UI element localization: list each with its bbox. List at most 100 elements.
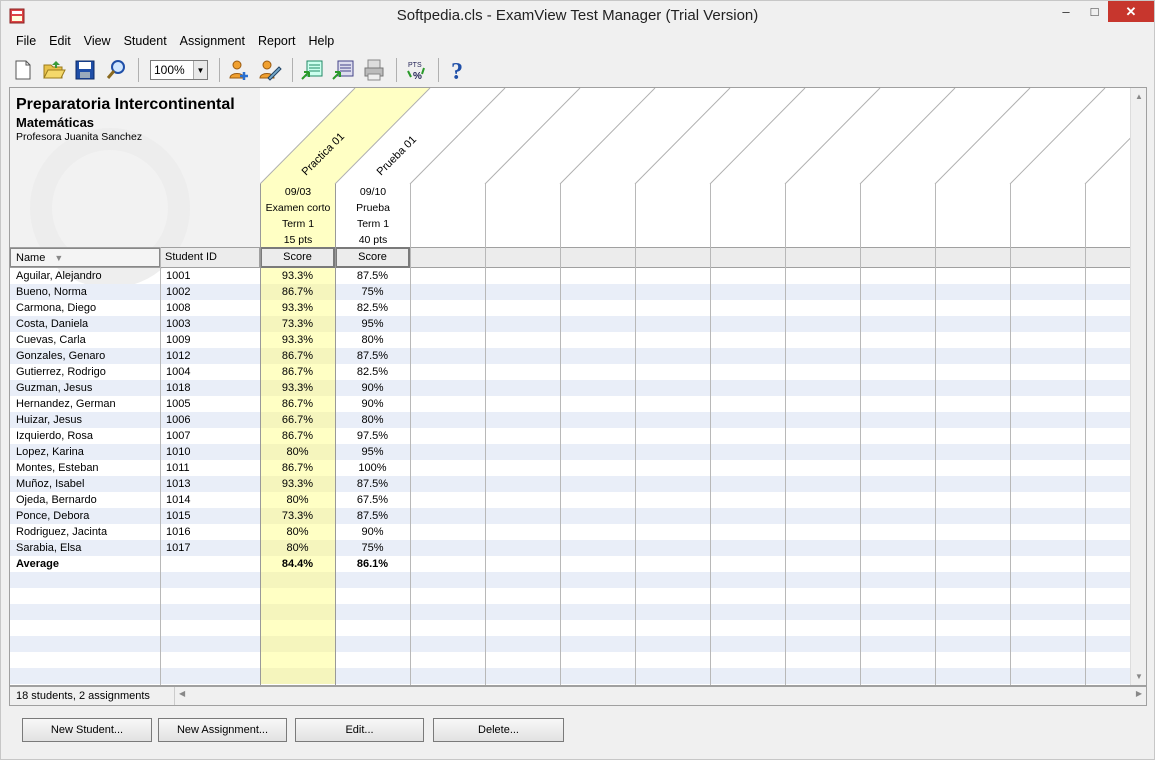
student-id[interactable]: 1017 bbox=[160, 540, 260, 556]
horizontal-scrollbar[interactable]: ◀ ▶ bbox=[174, 687, 1146, 705]
save-icon[interactable] bbox=[71, 56, 99, 84]
student-id[interactable]: 1001 bbox=[160, 268, 260, 284]
student-name[interactable]: Carmona, Diego bbox=[10, 300, 160, 316]
table-row[interactable]: Bueno, Norma 1002 86.7% 75% bbox=[10, 284, 1130, 300]
points-percent-icon[interactable]: PTS% bbox=[402, 56, 430, 84]
student-name[interactable]: Guzman, Jesus bbox=[10, 380, 160, 396]
student-id[interactable]: 1018 bbox=[160, 380, 260, 396]
student-id[interactable]: 1012 bbox=[160, 348, 260, 364]
add-student-icon[interactable] bbox=[225, 56, 253, 84]
student-id[interactable]: 1002 bbox=[160, 284, 260, 300]
score-cell[interactable]: 80% bbox=[260, 492, 335, 508]
table-row[interactable]: Izquierdo, Rosa 1007 86.7% 97.5% bbox=[10, 428, 1130, 444]
new-file-icon[interactable] bbox=[9, 56, 37, 84]
student-name[interactable]: Aguilar, Alejandro bbox=[10, 268, 160, 284]
scroll-up-icon[interactable]: ▲ bbox=[1131, 88, 1146, 105]
score-cell[interactable]: 80% bbox=[335, 332, 410, 348]
score-cell[interactable]: 67.5% bbox=[335, 492, 410, 508]
empty-assignment-slot[interactable] bbox=[1010, 184, 1085, 247]
edit-student-icon[interactable] bbox=[256, 56, 284, 84]
score-cell[interactable]: 95% bbox=[335, 316, 410, 332]
table-row[interactable]: Carmona, Diego 1008 93.3% 82.5% bbox=[10, 300, 1130, 316]
student-name[interactable]: Huizar, Jesus bbox=[10, 412, 160, 428]
student-name[interactable]: Rodriguez, Jacinta bbox=[10, 524, 160, 540]
assignment-name-2[interactable]: Prueba 01 bbox=[375, 134, 419, 178]
student-id[interactable]: 1016 bbox=[160, 524, 260, 540]
table-row[interactable]: Gutierrez, Rodrigo 1004 86.7% 82.5% bbox=[10, 364, 1130, 380]
student-id[interactable]: 1015 bbox=[160, 508, 260, 524]
add-assignment-icon[interactable] bbox=[298, 56, 326, 84]
student-id[interactable]: 1011 bbox=[160, 460, 260, 476]
menu-report[interactable]: Report bbox=[251, 32, 302, 52]
table-row[interactable]: Gonzales, Genaro 1012 86.7% 87.5% bbox=[10, 348, 1130, 364]
student-id[interactable]: 1003 bbox=[160, 316, 260, 332]
table-row[interactable]: Huizar, Jesus 1006 66.7% 80% bbox=[10, 412, 1130, 428]
score-cell[interactable]: 66.7% bbox=[260, 412, 335, 428]
student-name[interactable]: Costa, Daniela bbox=[10, 316, 160, 332]
score-cell[interactable]: 100% bbox=[335, 460, 410, 476]
student-name[interactable]: Izquierdo, Rosa bbox=[10, 428, 160, 444]
student-name[interactable]: Sarabia, Elsa bbox=[10, 540, 160, 556]
table-row[interactable]: Rodriguez, Jacinta 1016 80% 90% bbox=[10, 524, 1130, 540]
maximize-button[interactable]: □ bbox=[1081, 1, 1108, 22]
score-cell[interactable]: 93.3% bbox=[260, 332, 335, 348]
score-cell[interactable]: 86.7% bbox=[260, 284, 335, 300]
empty-assignment-slot[interactable] bbox=[935, 184, 1010, 247]
score-cell[interactable]: 80% bbox=[260, 444, 335, 460]
assignment-info-2[interactable]: 09/10 Prueba Term 1 40 pts bbox=[335, 184, 410, 247]
minimize-button[interactable]: – bbox=[1051, 1, 1081, 22]
student-name[interactable]: Gutierrez, Rodrigo bbox=[10, 364, 160, 380]
score-cell[interactable]: 90% bbox=[335, 524, 410, 540]
student-name[interactable]: Montes, Esteban bbox=[10, 460, 160, 476]
table-row[interactable]: Sarabia, Elsa 1017 80% 75% bbox=[10, 540, 1130, 556]
vertical-scrollbar[interactable]: ▲ ▼ bbox=[1130, 88, 1146, 685]
menu-student[interactable]: Student bbox=[117, 32, 173, 52]
student-id[interactable]: 1013 bbox=[160, 476, 260, 492]
score-cell[interactable]: 80% bbox=[260, 540, 335, 556]
score-cell[interactable]: 90% bbox=[335, 396, 410, 412]
score-cell[interactable]: 93.3% bbox=[260, 300, 335, 316]
table-row[interactable]: Ojeda, Bernardo 1014 80% 67.5% bbox=[10, 492, 1130, 508]
score-cell[interactable]: 86.7% bbox=[260, 428, 335, 444]
score-cell[interactable]: 87.5% bbox=[335, 268, 410, 284]
score-cell[interactable]: 87.5% bbox=[335, 508, 410, 524]
open-folder-icon[interactable] bbox=[40, 56, 68, 84]
student-id[interactable]: 1014 bbox=[160, 492, 260, 508]
score-cell[interactable]: 75% bbox=[335, 540, 410, 556]
score-cell[interactable]: 95% bbox=[335, 444, 410, 460]
score-cell[interactable]: 80% bbox=[260, 524, 335, 540]
menu-assignment[interactable]: Assignment bbox=[173, 32, 251, 52]
empty-assignment-slot[interactable] bbox=[560, 184, 635, 247]
score-cell[interactable]: 90% bbox=[335, 380, 410, 396]
table-row[interactable]: Ponce, Debora 1015 73.3% 87.5% bbox=[10, 508, 1130, 524]
table-row[interactable]: Montes, Esteban 1011 86.7% 100% bbox=[10, 460, 1130, 476]
menu-view[interactable]: View bbox=[77, 32, 117, 52]
score-cell[interactable]: 86.7% bbox=[260, 460, 335, 476]
score-cell[interactable]: 86.7% bbox=[260, 396, 335, 412]
column-header-name[interactable]: Name ▼ bbox=[10, 248, 160, 267]
delete-button[interactable]: Delete... bbox=[433, 718, 564, 742]
student-id[interactable]: 1008 bbox=[160, 300, 260, 316]
new-student-button[interactable]: New Student... bbox=[22, 718, 152, 742]
scroll-right-icon[interactable]: ▶ bbox=[1136, 689, 1142, 698]
help-icon[interactable]: ? bbox=[444, 56, 472, 84]
edit-button[interactable]: Edit... bbox=[295, 718, 424, 742]
score-cell[interactable]: 73.3% bbox=[260, 508, 335, 524]
score-cell[interactable]: 87.5% bbox=[335, 348, 410, 364]
score-cell[interactable]: 97.5% bbox=[335, 428, 410, 444]
close-button[interactable]: ✕ bbox=[1108, 1, 1154, 22]
column-header-score-2[interactable]: Score bbox=[335, 247, 410, 268]
score-cell[interactable]: 75% bbox=[335, 284, 410, 300]
score-cell[interactable]: 93.3% bbox=[260, 476, 335, 492]
student-name[interactable]: Muñoz, Isabel bbox=[10, 476, 160, 492]
score-cell[interactable]: 87.5% bbox=[335, 476, 410, 492]
edit-assignment-icon[interactable] bbox=[329, 56, 357, 84]
column-header-score-1[interactable]: Score bbox=[260, 247, 335, 268]
average-score[interactable]: 84.4% bbox=[260, 556, 335, 572]
scroll-down-icon[interactable]: ▼ bbox=[1131, 668, 1146, 685]
student-id[interactable]: 1004 bbox=[160, 364, 260, 380]
assignment-info-1[interactable]: 09/03 Examen corto Term 1 15 pts bbox=[260, 184, 335, 247]
student-name[interactable]: Ponce, Debora bbox=[10, 508, 160, 524]
menu-edit[interactable]: Edit bbox=[42, 32, 77, 52]
empty-assignment-slot[interactable] bbox=[635, 184, 710, 247]
